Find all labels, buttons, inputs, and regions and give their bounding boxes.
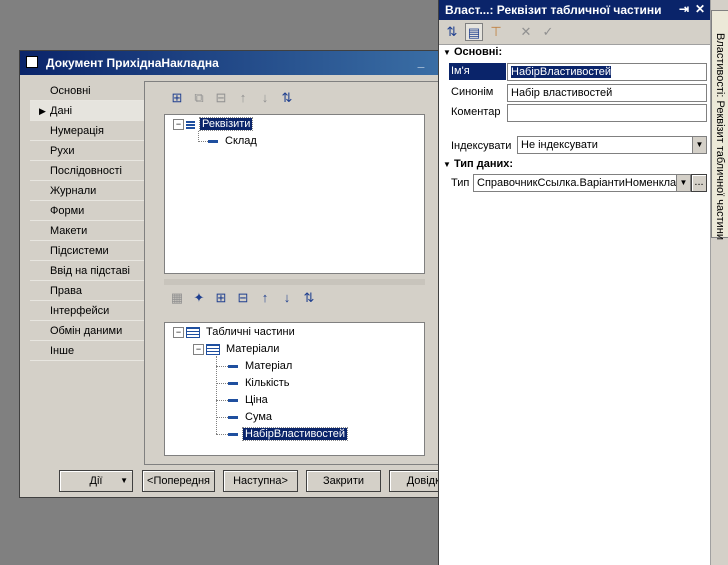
move-down-icon[interactable]: ↓ bbox=[278, 289, 296, 307]
nav-item-sequences[interactable]: Послідовності bbox=[30, 161, 144, 181]
splitter[interactable] bbox=[164, 279, 425, 285]
minimize-button[interactable]: _ bbox=[413, 53, 429, 71]
field-icon bbox=[228, 415, 238, 419]
synonym-label: Синонім bbox=[451, 86, 494, 98]
close-icon[interactable]: ✕ bbox=[695, 2, 705, 16]
tree-node-warehouse[interactable]: Склад bbox=[198, 133, 259, 149]
collapse-icon[interactable]: − bbox=[173, 118, 184, 130]
delete-attribute-icon[interactable]: ⊟ bbox=[212, 89, 230, 107]
tabular-parts-tree[interactable]: − Табличні частини − Матеріали Матеріал Кі… bbox=[164, 322, 425, 456]
tabular-parts-icon bbox=[186, 326, 200, 338]
copy-attribute-icon[interactable]: ⧉ bbox=[190, 89, 208, 107]
apply-icon[interactable]: ✓ bbox=[539, 23, 557, 41]
nav-item-interfaces[interactable]: Інтерфейси bbox=[30, 301, 144, 321]
type-select-button[interactable]: ... bbox=[691, 174, 707, 192]
table-icon bbox=[206, 343, 220, 355]
collapse-icon[interactable]: − bbox=[173, 326, 184, 338]
dropdown-arrow-icon[interactable]: ▼ bbox=[692, 137, 706, 153]
nav-item-numbering[interactable]: Нумерація bbox=[30, 121, 144, 141]
attributes-toolbar: ⊞ ⧉ ⊟ ↑ ↓ ⇅ bbox=[168, 89, 300, 111]
attributes-icon bbox=[186, 119, 195, 129]
tree-node-field[interactable]: Ціна bbox=[216, 392, 270, 408]
table-properties-icon[interactable]: ▦ bbox=[168, 289, 186, 307]
nav-item-forms[interactable]: Форми bbox=[30, 201, 144, 221]
move-down-icon[interactable]: ↓ bbox=[256, 89, 274, 107]
field-icon bbox=[228, 364, 238, 368]
actions-button[interactable]: Дії ▼ bbox=[59, 470, 133, 492]
collapse-arrow-icon: ▼ bbox=[443, 160, 451, 169]
nav-item-data-exchange[interactable]: Обмін даними bbox=[30, 321, 144, 341]
properties-toolbar: ⇅ ▤ ⊤ ✕ ✓ bbox=[439, 20, 711, 45]
properties-panel: Власт...: Реквізит табличної частини ⇥ ✕… bbox=[438, 0, 711, 565]
attribute-icon bbox=[208, 139, 218, 143]
field-icon bbox=[228, 398, 238, 402]
nav-item-journals[interactable]: Журнали bbox=[30, 181, 144, 201]
nav-item-subsystems[interactable]: Підсистеми bbox=[30, 241, 144, 261]
field-icon bbox=[228, 432, 238, 436]
section-type-header[interactable]: ▼ Тип даних: bbox=[443, 158, 513, 170]
nav-item-data[interactable]: ▶ Дані bbox=[30, 101, 144, 121]
add-attribute-icon[interactable]: ⊞ bbox=[168, 89, 186, 107]
close-button[interactable]: Закрити bbox=[306, 470, 381, 492]
move-up-icon[interactable]: ↑ bbox=[256, 289, 274, 307]
field-icon bbox=[228, 381, 238, 385]
index-label: Індексувати bbox=[451, 140, 512, 152]
properties-titlebar: Власт...: Реквізит табличної частини ⇥ ✕ bbox=[439, 0, 711, 20]
selected-arrow-icon: ▶ bbox=[39, 106, 46, 116]
name-label: Ім'я bbox=[451, 65, 470, 77]
clear-icon[interactable]: ✕ bbox=[517, 23, 535, 41]
collapse-icon[interactable]: − bbox=[193, 343, 204, 355]
section-nav: Основні ▶ Дані Нумерація Рухи Послідовнос… bbox=[30, 81, 144, 361]
sort-alpha-icon[interactable]: ⇅ bbox=[443, 23, 461, 41]
attributes-tree[interactable]: − Реквізити Склад bbox=[164, 114, 425, 274]
properties-title: Власт...: Реквізит табличної частини bbox=[445, 3, 662, 17]
document-titlebar[interactable]: Документ ПрихіднаНакладна _ bbox=[20, 51, 438, 75]
synonym-field[interactable]: Набір властивостей bbox=[507, 84, 707, 102]
tree-node-field[interactable]: Сума bbox=[216, 409, 274, 425]
nav-item-other[interactable]: Інше bbox=[30, 341, 144, 361]
filter-icon[interactable]: ⊤ bbox=[487, 23, 505, 41]
document-title: Документ ПрихіднаНакладна bbox=[46, 56, 219, 70]
index-select[interactable]: Не індексувати ▼ bbox=[517, 136, 707, 154]
next-button[interactable]: Наступна> bbox=[223, 470, 298, 492]
tree-node-field[interactable]: Кількість bbox=[216, 375, 292, 391]
collapse-arrow-icon: ▼ bbox=[443, 48, 451, 57]
move-up-icon[interactable]: ↑ bbox=[234, 89, 252, 107]
tree-node-materials-table[interactable]: − Матеріали bbox=[193, 341, 281, 357]
help-button[interactable]: Довідка bbox=[389, 470, 438, 492]
prev-button[interactable]: <Попередня bbox=[142, 470, 215, 492]
delete-field-icon[interactable]: ⊟ bbox=[234, 289, 252, 307]
type-select[interactable]: СправочникСсылка.ВаріантиНоменклатури ▼ bbox=[473, 174, 691, 192]
nav-item-movements[interactable]: Рухи bbox=[30, 141, 144, 161]
pin-icon[interactable]: ⇥ bbox=[679, 2, 689, 16]
sort-icon[interactable]: ⇅ bbox=[300, 289, 318, 307]
categorized-icon[interactable]: ▤ bbox=[465, 23, 483, 41]
dropdown-arrow-icon[interactable]: ▼ bbox=[676, 175, 690, 191]
nav-item-templates[interactable]: Макети bbox=[30, 221, 144, 241]
nav-item-based-on[interactable]: Ввід на підставі bbox=[30, 261, 144, 281]
name-field[interactable]: НабірВластивостей bbox=[507, 63, 707, 81]
type-label: Тип bbox=[451, 177, 470, 189]
properties-side-tab-bar: Властивості: Реквізит табличної частини bbox=[710, 0, 728, 565]
tree-node-tabular-parts[interactable]: − Табличні частини bbox=[173, 324, 297, 340]
dropdown-arrow-icon: ▼ bbox=[120, 476, 128, 485]
section-main-header[interactable]: ▼ Основні: bbox=[443, 46, 502, 58]
tree-node-field-selected[interactable]: НабірВластивостей bbox=[216, 426, 348, 442]
nav-item-main[interactable]: Основні bbox=[30, 81, 144, 101]
add-field-icon[interactable]: ⊞ bbox=[212, 289, 230, 307]
comment-field[interactable] bbox=[507, 104, 707, 122]
add-table-icon[interactable]: ✦ bbox=[190, 289, 208, 307]
properties-side-tab[interactable]: Властивості: Реквізит табличної частини bbox=[711, 10, 728, 240]
nav-item-rights[interactable]: Права bbox=[30, 281, 144, 301]
tree-node-field[interactable]: Матеріал bbox=[216, 358, 294, 374]
document-window: Документ ПрихіднаНакладна _ Основні ▶ Дан… bbox=[19, 50, 439, 498]
tree-node-attributes[interactable]: − Реквізити bbox=[173, 116, 254, 132]
comment-label: Коментар bbox=[451, 106, 501, 118]
tabular-toolbar: ▦ ✦ ⊞ ⊟ ↑ ↓ ⇅ bbox=[168, 289, 322, 311]
document-app-icon bbox=[26, 56, 38, 68]
sort-icon[interactable]: ⇅ bbox=[278, 89, 296, 107]
